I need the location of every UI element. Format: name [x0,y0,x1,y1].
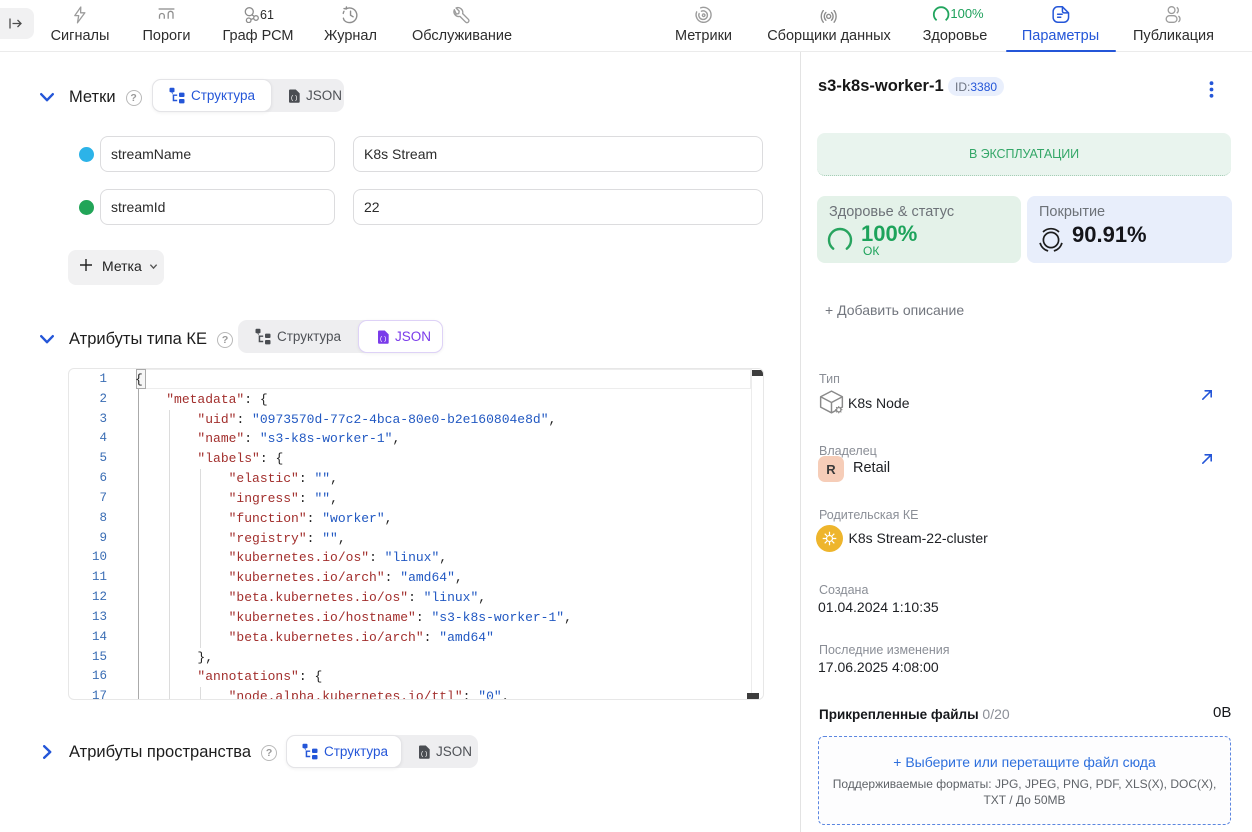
svg-text:(): () [420,750,428,757]
svg-text:(): () [379,335,387,342]
svg-text:(): () [290,94,298,101]
